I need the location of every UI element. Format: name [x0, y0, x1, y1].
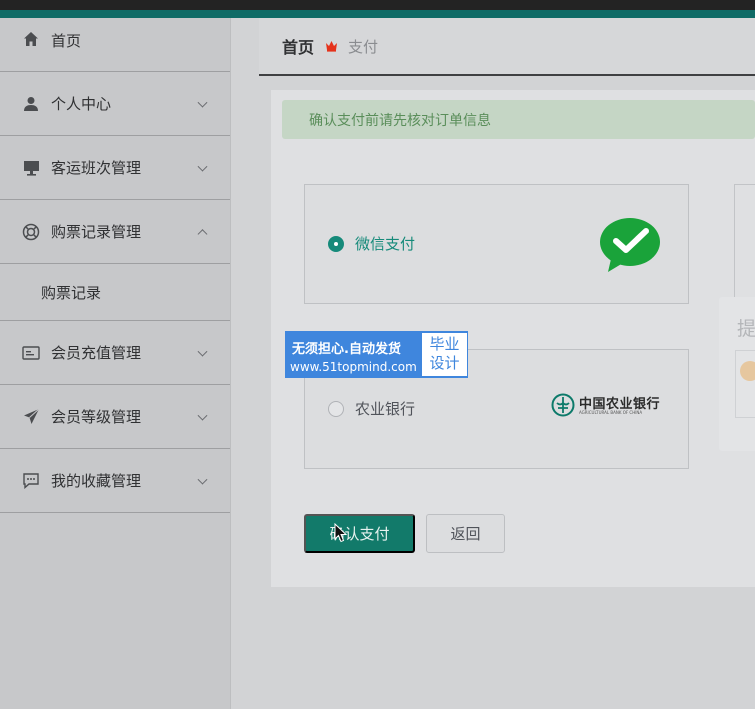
chevron-down-icon — [197, 410, 208, 421]
watermark-tag: 毕业 设计 — [422, 333, 467, 376]
watermark-banner: 无须担心.自动发货 www.51topmind.com 毕业 设计 — [285, 331, 468, 378]
breadcrumb: 首页 支付 — [259, 18, 755, 76]
lifebuoy-icon — [22, 223, 40, 241]
watermark-url: www.51topmind.com — [290, 360, 417, 374]
mouse-cursor-icon — [334, 522, 348, 547]
breadcrumb-current: 支付 — [348, 37, 379, 56]
monitor-icon — [22, 159, 40, 177]
wechat-radio[interactable] — [328, 236, 344, 252]
prompt-dialog: 提 — [719, 297, 755, 451]
chat-icon — [22, 472, 40, 490]
dialog-title: 提 — [737, 318, 755, 340]
watermark-text-block: 无须担心.自动发货 www.51topmind.com — [286, 332, 421, 377]
chevron-down-icon — [197, 346, 208, 357]
confirm-payment-button[interactable]: 确认支付 — [304, 514, 415, 553]
abc-radio[interactable] — [328, 401, 344, 417]
sidebar: 首页 个人中心 客运班次管理 购票记录管理 购票记录 会员充值管理 会员等级管理 — [0, 18, 231, 709]
sidebar-item-schedule[interactable]: 客运班次管理 — [0, 136, 230, 200]
watermark-tag-line2: 设计 — [429, 354, 460, 372]
chevron-down-icon — [197, 474, 208, 485]
chevron-down-icon — [197, 161, 208, 172]
payment-option-wechat[interactable]: 微信支付 — [304, 184, 689, 304]
sidebar-item-favorites[interactable]: 我的收藏管理 — [0, 449, 230, 513]
crown-icon — [325, 37, 338, 56]
chevron-up-icon — [197, 228, 208, 239]
warning-icon — [740, 361, 755, 381]
wechat-logo-icon — [599, 217, 661, 277]
sidebar-item-label: 购票记录管理 — [51, 223, 142, 241]
watermark-tag-line1: 毕业 — [429, 335, 460, 353]
wechat-label: 微信支付 — [355, 235, 416, 253]
abc-label: 农业银行 — [355, 400, 416, 418]
sidebar-subitem-ticket-record[interactable]: 购票记录 — [0, 264, 230, 321]
abc-bank-logo: 中国农业银行 AGRICULTURAL BANK OF CHINA — [551, 392, 666, 420]
user-icon — [22, 95, 40, 113]
top-accent-stripe — [0, 10, 755, 18]
order-notice: 确认支付前请先核对订单信息 — [282, 100, 755, 139]
sidebar-item-label: 客运班次管理 — [51, 159, 142, 177]
chevron-down-icon — [197, 97, 208, 108]
home-icon — [22, 30, 40, 48]
back-button[interactable]: 返回 — [426, 514, 505, 553]
sidebar-item-profile[interactable]: 个人中心 — [0, 72, 230, 136]
sidebar-item-recharge[interactable]: 会员充值管理 — [0, 321, 230, 385]
sidebar-item-label: 个人中心 — [51, 95, 112, 113]
dialog-body — [735, 350, 755, 418]
breadcrumb-home[interactable]: 首页 — [282, 34, 314, 58]
abc-logo-subtext: AGRICULTURAL BANK OF CHINA — [579, 410, 643, 415]
sidebar-item-membership-level[interactable]: 会员等级管理 — [0, 385, 230, 449]
sidebar-item-ticket-records[interactable]: 购票记录管理 — [0, 200, 230, 264]
top-bar — [0, 0, 755, 18]
sidebar-item-label: 首页 — [51, 32, 82, 50]
watermark-line1: 无须担心.自动发货 — [292, 342, 401, 357]
sidebar-item-label: 我的收藏管理 — [51, 472, 142, 490]
send-icon — [22, 408, 40, 426]
sidebar-item-label: 会员等级管理 — [51, 408, 142, 426]
sidebar-item-home[interactable]: 首页 — [0, 18, 230, 72]
payment-option-partial[interactable] — [734, 184, 755, 304]
card-icon — [22, 344, 40, 362]
sidebar-item-label: 会员充值管理 — [51, 344, 142, 362]
